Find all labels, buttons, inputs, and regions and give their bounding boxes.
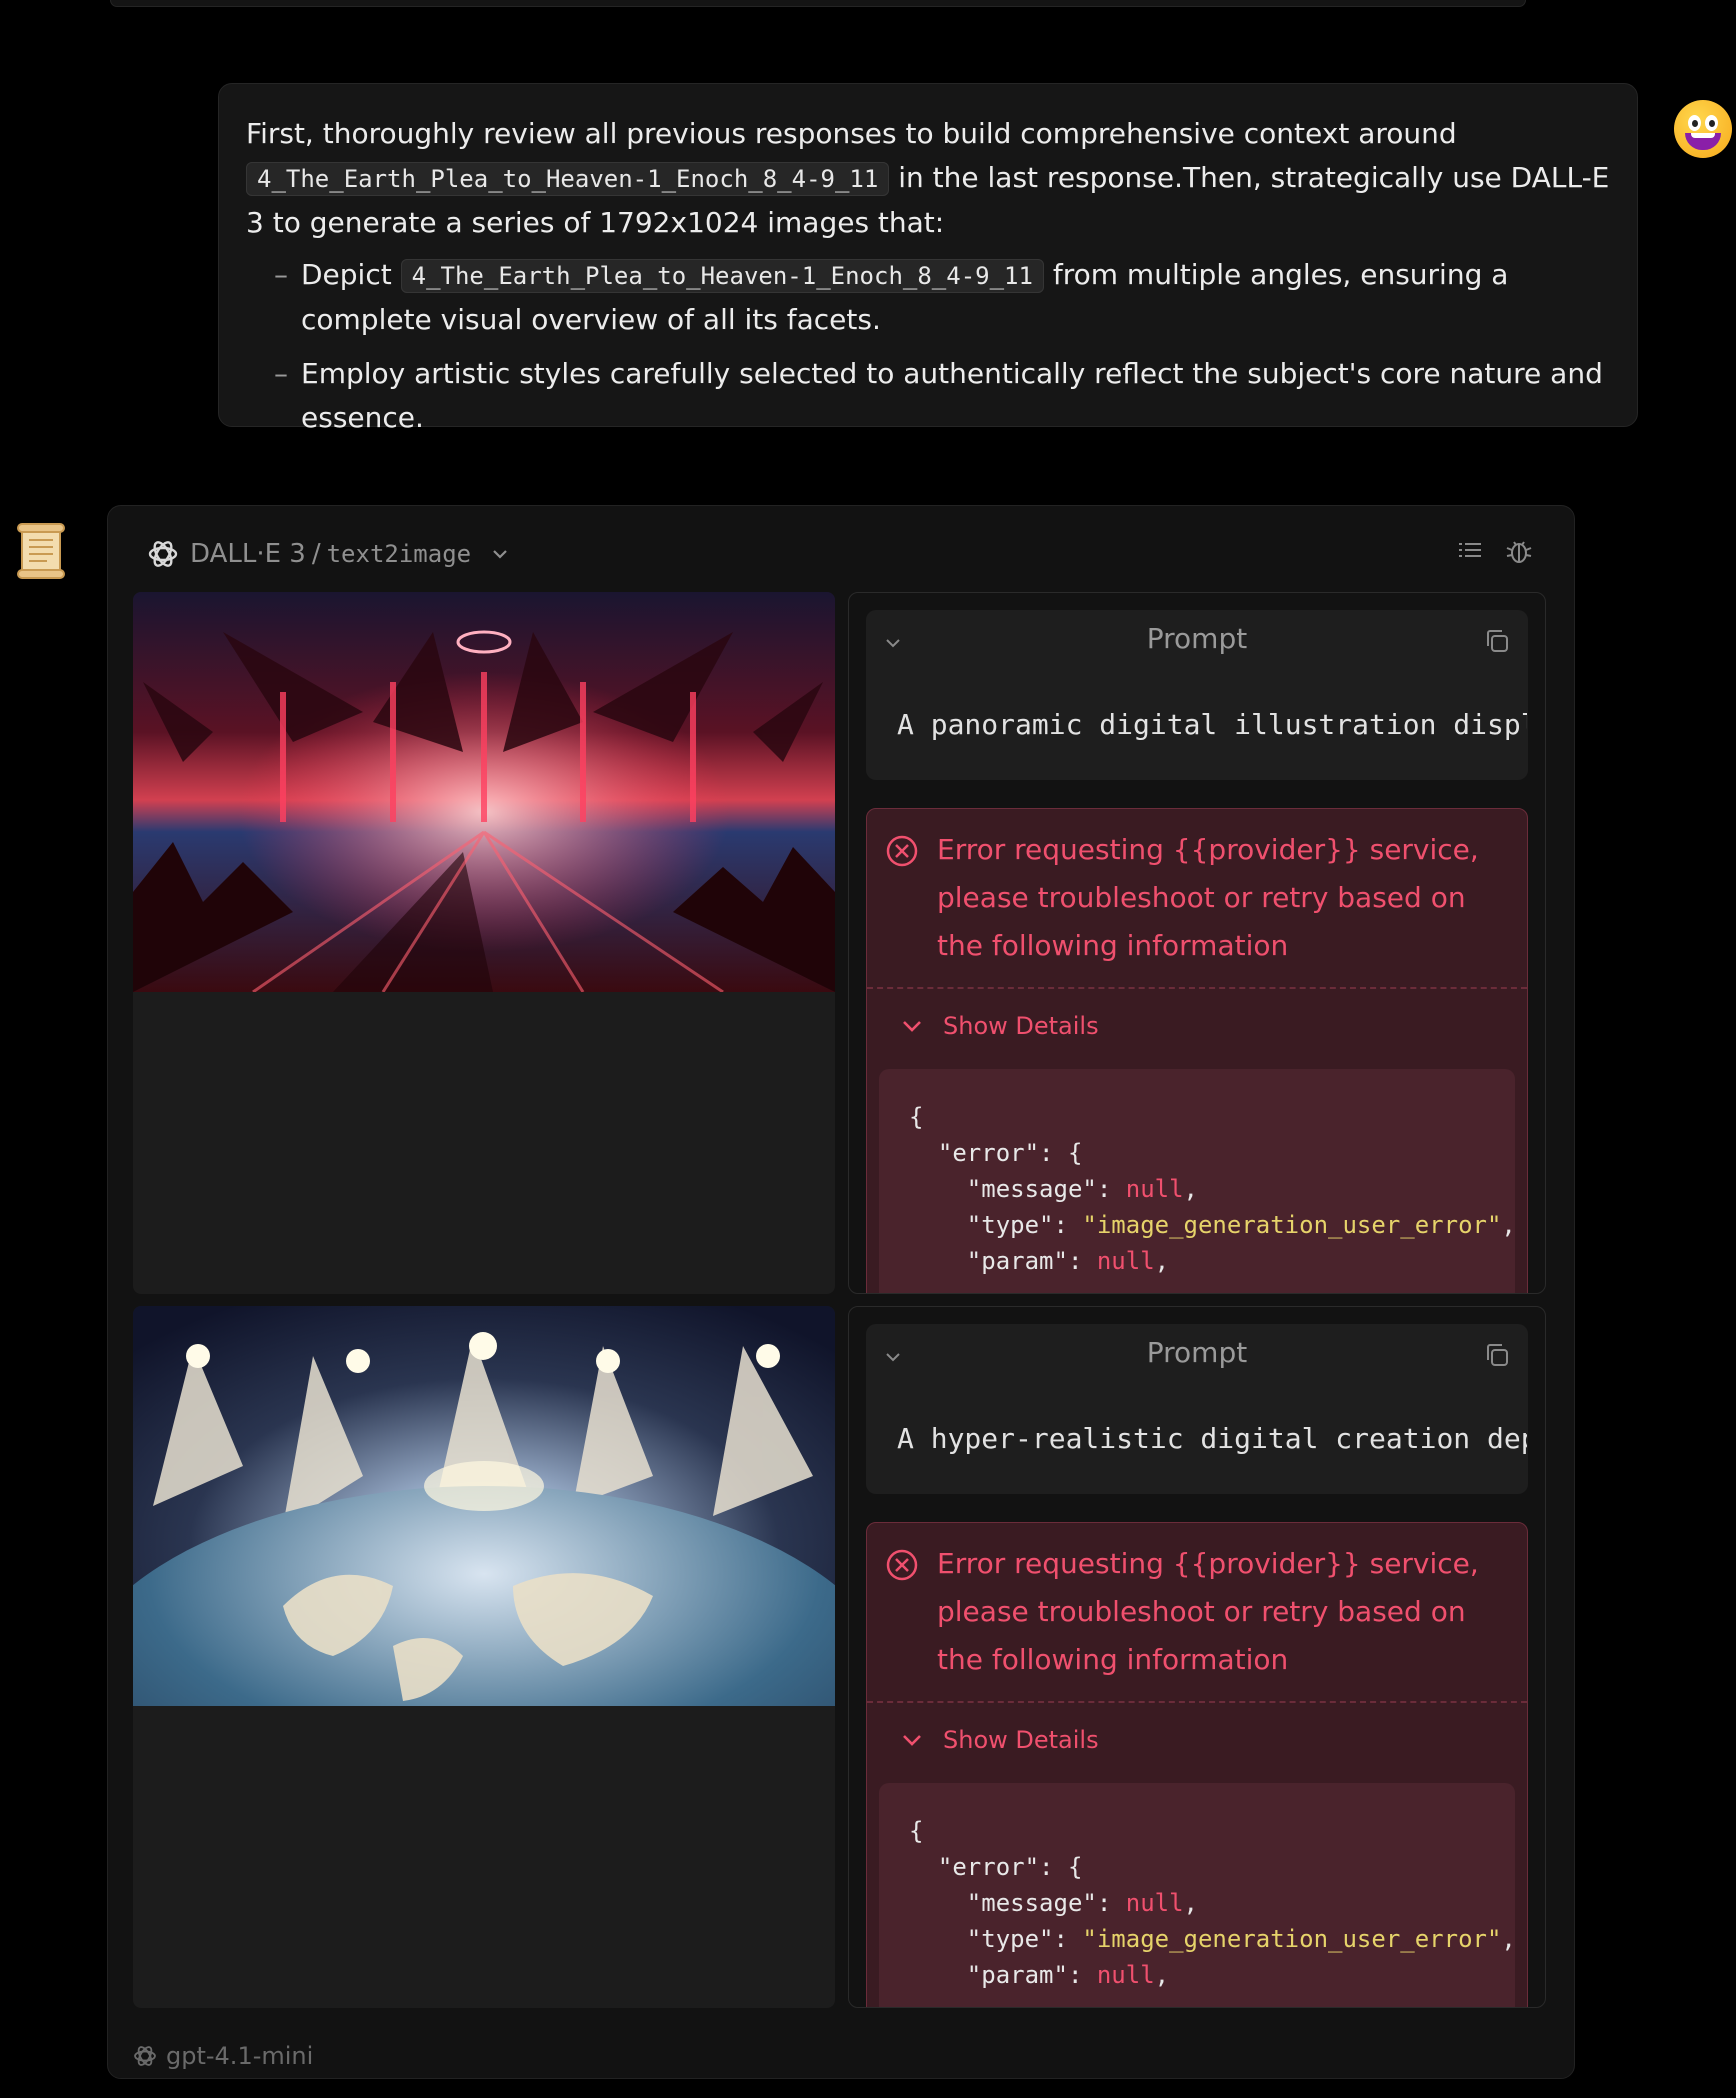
avatar-mouth: [1685, 133, 1721, 150]
json-comma: ,: [1501, 1925, 1516, 1953]
intro-text: First, thoroughly review all previous re…: [246, 117, 1457, 150]
inline-code: 4_The_Earth_Plea_to_Heaven-1_Enoch_8_4-9…: [246, 162, 890, 196]
json-key: "param":: [909, 1961, 1097, 1989]
image-panel: [133, 592, 835, 1294]
bullet-list: Depict 4_The_Earth_Plea_to_Heaven-1_Enoc…: [246, 253, 1613, 440]
error-circle-x-icon: [886, 835, 918, 867]
divider: [867, 1701, 1527, 1703]
error-message: Error requesting {{provider}} service, p…: [937, 833, 1479, 962]
generated-image-crimson-angels[interactable]: [133, 592, 835, 992]
avatar-eye: [1705, 115, 1718, 131]
chevron-down-icon: [903, 1021, 921, 1032]
prompt-title: Prompt: [1146, 622, 1248, 655]
json-null: null: [1096, 1961, 1155, 1989]
show-details-label: Show Details: [943, 1726, 1099, 1754]
json-line: "error": {: [909, 1853, 1083, 1881]
result-row: Prompt A hyper-realistic digital creatio…: [133, 1306, 1546, 2008]
json-key: "message":: [909, 1175, 1126, 1203]
json-key: "param":: [909, 1247, 1097, 1275]
prompt-title: Prompt: [1146, 1336, 1248, 1369]
generated-image-angels-over-earth[interactable]: [133, 1306, 835, 1706]
json-null: null: [1096, 1247, 1155, 1275]
prompt-box: Prompt A panoramic digital illustration …: [866, 610, 1528, 780]
json-comma: ,: [1183, 1889, 1198, 1917]
chevron-down-icon: [903, 1735, 921, 1746]
json-string: "image_generation_user_error": [1082, 1925, 1502, 1953]
json-string: "image_generation_user_error": [1082, 1211, 1502, 1239]
tool-call-card: DALL·E 3 / text2image Prompt A panoramic…: [107, 505, 1575, 2079]
bullet-text: Depict: [301, 258, 392, 291]
result-panel: Prompt A hyper-realistic digital creatio…: [848, 1306, 1546, 2008]
show-details-toggle[interactable]: Show Details: [899, 1726, 1099, 1754]
error-box: Error requesting {{provider}} service, p…: [866, 1522, 1528, 2007]
bullet-text: Employ artistic styles carefully selecte…: [301, 357, 1603, 434]
json-line: {: [909, 1103, 924, 1131]
inline-code: 4_The_Earth_Plea_to_Heaven-1_Enoch_8_4-9…: [400, 259, 1044, 293]
tool-name: DALL·E 3: [190, 539, 306, 569]
header-actions: [1456, 536, 1534, 566]
chevron-down-icon[interactable]: [489, 543, 511, 565]
user-message: First, thoroughly review all previous re…: [218, 83, 1638, 434]
previous-message-edge: [110, 0, 1526, 7]
json-line: {: [909, 1817, 924, 1845]
json-key: "type":: [909, 1925, 1083, 1953]
error-details-code: { "error": { "message": null, "type": "i…: [879, 1783, 1516, 2007]
show-details-label: Show Details: [943, 1012, 1099, 1040]
json-null: null: [1125, 1889, 1184, 1917]
bullet-item: Depict 4_The_Earth_Plea_to_Heaven-1_Enoc…: [274, 253, 1613, 342]
bug-icon[interactable]: [1504, 536, 1534, 566]
tool-header[interactable]: DALL·E 3 / text2image: [146, 534, 511, 574]
json-comma: ,: [1154, 1961, 1170, 1989]
prompt-box: Prompt A hyper-realistic digital creatio…: [866, 1324, 1528, 1494]
error-box: Error requesting {{provider}} service, p…: [866, 808, 1528, 1293]
error-circle-x-icon: [886, 1549, 918, 1581]
tool-api-name: text2image: [326, 540, 472, 568]
json-key: "message":: [909, 1889, 1126, 1917]
json-comma: ,: [1183, 1175, 1198, 1203]
json-comma: ,: [1501, 1211, 1516, 1239]
prompt-text: A hyper-realistic digital creation dep: [897, 1422, 1527, 1455]
model-footer: gpt-4.1-mini: [132, 2042, 313, 2070]
user-avatar[interactable]: [1674, 100, 1732, 158]
bullet-item: Employ artistic styles carefully selecte…: [274, 352, 1613, 440]
error-details-code: { "error": { "message": null, "type": "i…: [879, 1069, 1516, 1293]
copy-icon[interactable]: [1482, 1340, 1512, 1370]
avatar-eye: [1688, 115, 1701, 131]
scroll-icon[interactable]: [14, 522, 68, 580]
user-message-intro: First, thoroughly review all previous re…: [246, 112, 1613, 245]
error-message: Error requesting {{provider}} service, p…: [937, 1547, 1479, 1676]
divider: [867, 987, 1527, 989]
copy-icon[interactable]: [1482, 626, 1512, 656]
error-json: { "error": { "message": null, "type": "i…: [909, 1099, 1516, 1279]
list-icon[interactable]: [1456, 536, 1484, 564]
openai-logo-icon: [148, 541, 178, 567]
image-panel: [133, 1306, 835, 2008]
model-name: gpt-4.1-mini: [166, 2042, 314, 2070]
tool-separator: /: [311, 539, 321, 569]
result-panel: Prompt A panoramic digital illustration …: [848, 592, 1546, 1294]
error-json: { "error": { "message": null, "type": "i…: [909, 1813, 1516, 1993]
json-null: null: [1125, 1175, 1184, 1203]
openai-logo-icon: [134, 2046, 156, 2066]
show-details-toggle[interactable]: Show Details: [899, 1012, 1099, 1040]
json-comma: ,: [1154, 1247, 1170, 1275]
result-row: Prompt A panoramic digital illustration …: [133, 592, 1546, 1294]
json-line: "error": {: [909, 1139, 1083, 1167]
prompt-text: A panoramic digital illustration displ: [897, 708, 1527, 741]
json-key: "type":: [909, 1211, 1083, 1239]
